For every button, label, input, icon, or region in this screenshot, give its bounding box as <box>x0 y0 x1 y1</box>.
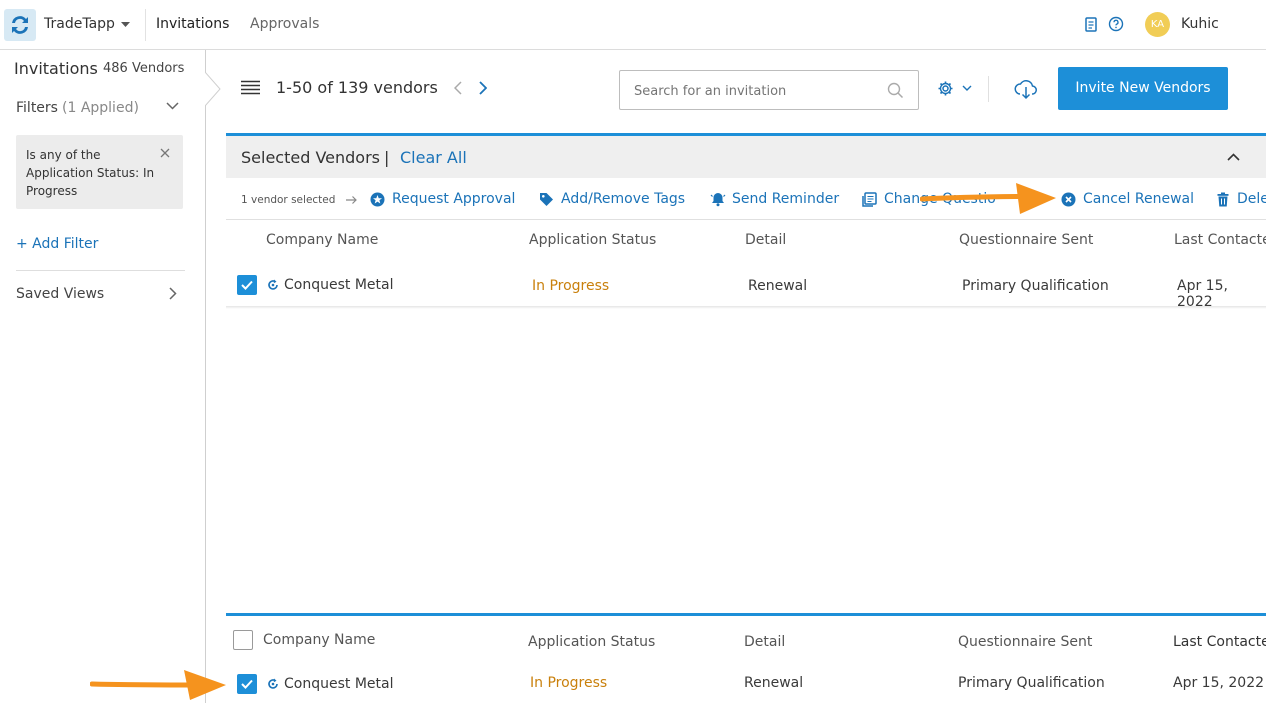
app-switcher-label[interactable]: TradeTapp <box>44 16 115 32</box>
column-header-company[interactable]: Company Name <box>266 232 378 248</box>
search-box[interactable] <box>619 70 919 110</box>
next-page-icon[interactable] <box>479 81 487 95</box>
selected-vendors-title: Selected Vendors <box>241 148 380 167</box>
bottom-column-header-questionnaire[interactable]: Questionnaire Sent <box>958 634 1092 650</box>
chevron-right-icon[interactable] <box>169 287 177 300</box>
nav-invitations[interactable]: Invitations <box>156 16 229 32</box>
bottom-detail-cell: Renewal <box>744 675 804 691</box>
user-name[interactable]: Kuhic <box>1181 16 1219 32</box>
column-header-last-contacted[interactable]: Last Contacted <box>1174 232 1266 248</box>
remove-filter-icon[interactable] <box>160 148 170 158</box>
renewal-icon <box>267 279 279 291</box>
filters-label[interactable]: Filters <box>16 100 58 116</box>
clear-all-link[interactable]: Clear All <box>400 148 467 167</box>
send-reminder-action[interactable]: Send Reminder <box>732 191 839 207</box>
bottom-column-header-company[interactable]: Company Name <box>263 632 375 648</box>
checkmark-icon <box>241 679 253 689</box>
app-switcher-caret-icon[interactable] <box>121 22 130 28</box>
toolbar-divider <box>988 76 989 102</box>
bottom-column-header-status[interactable]: Application Status <box>528 634 655 650</box>
vendor-count: 486 Vendors <box>103 61 185 76</box>
top-bar: TradeTapp Invitations Approvals KA Kuhic <box>0 0 1266 50</box>
request-approval-action[interactable]: Request Approval <box>392 191 515 207</box>
detail-cell: Renewal <box>748 278 808 294</box>
column-header-questionnaire[interactable]: Questionnaire Sent <box>959 232 1093 248</box>
arrow-right-icon <box>346 195 358 205</box>
search-icon[interactable] <box>887 82 904 99</box>
delete-action[interactable]: Dele <box>1237 191 1266 207</box>
sidebar-divider <box>16 270 185 271</box>
bottom-questionnaire-cell: Primary Qualification <box>958 675 1105 691</box>
company-link[interactable]: Conquest Metal <box>284 277 393 293</box>
annotation-arrow-checkbox <box>90 670 226 700</box>
selected-vendors-header: Selected Vendors | Clear All <box>226 133 1266 178</box>
bottom-status-label: In Progress <box>530 675 608 691</box>
row-checkbox[interactable] <box>237 275 257 295</box>
trash-icon[interactable] <box>1217 192 1229 207</box>
add-filter-link[interactable]: + Add Filter <box>16 236 98 252</box>
selected-count: 1 vendor selected <box>241 194 336 206</box>
collapse-chevron-up-icon[interactable] <box>1227 153 1240 161</box>
sidebar: Invitations 486 Vendors Filters (1 Appli… <box>0 50 206 703</box>
gear-icon[interactable] <box>937 80 954 97</box>
cancel-circle-icon[interactable] <box>1061 192 1076 207</box>
invite-new-vendors-button[interactable]: Invite New Vendors <box>1058 67 1228 110</box>
filter-chip[interactable]: Is any of the Application Status: In Pro… <box>16 135 183 209</box>
annotation-arrow-cancel-renewal <box>920 183 1056 214</box>
pagination-label: 1-50 of 139 vendors <box>276 78 438 97</box>
row-divider <box>226 306 1266 309</box>
bottom-last-contacted-cell: Apr 15, 2022 <box>1173 675 1265 691</box>
column-header-status[interactable]: Application Status <box>529 232 656 248</box>
chevron-down-icon[interactable] <box>166 102 179 110</box>
title-separator: | <box>384 148 390 167</box>
cloud-download-icon[interactable] <box>1014 78 1038 100</box>
column-header-detail[interactable]: Detail <box>745 232 786 248</box>
sidebar-title: Invitations <box>14 59 98 78</box>
sidebar-collapse-notch[interactable] <box>205 72 221 106</box>
checkmark-icon <box>241 280 253 290</box>
request-approval-icon[interactable] <box>370 192 385 207</box>
menu-icon[interactable] <box>241 80 260 95</box>
renewal-icon <box>267 678 279 690</box>
document-icon[interactable] <box>1085 17 1097 32</box>
settings-dropdown-chevron-icon[interactable] <box>962 85 972 91</box>
prev-page-icon[interactable] <box>454 81 462 95</box>
questionnaire-icon[interactable] <box>862 192 877 207</box>
bottom-row-checkbox[interactable] <box>237 674 257 694</box>
questionnaire-cell: Primary Qualification <box>962 278 1109 294</box>
topbar-divider <box>145 9 146 41</box>
select-all-checkbox[interactable] <box>233 630 253 650</box>
help-icon[interactable] <box>1108 16 1124 32</box>
filter-chip-text: Is any of the Application Status: In Pro… <box>26 148 155 198</box>
tradetapp-logo[interactable] <box>4 9 36 41</box>
status-label: In Progress <box>532 278 610 294</box>
nav-approvals[interactable]: Approvals <box>250 16 319 32</box>
saved-views-label[interactable]: Saved Views <box>16 286 104 302</box>
main-table-top-border <box>226 613 1266 616</box>
bell-icon[interactable] <box>710 191 726 207</box>
user-avatar[interactable]: KA <box>1145 12 1170 37</box>
bottom-column-header-last-contacted[interactable]: Last Contacted <box>1173 634 1266 650</box>
search-input[interactable] <box>634 81 874 101</box>
bottom-company-link[interactable]: Conquest Metal <box>284 676 393 692</box>
cancel-renewal-action[interactable]: Cancel Renewal <box>1083 191 1194 207</box>
add-remove-tags-action[interactable]: Add/Remove Tags <box>561 191 685 207</box>
filters-applied-count[interactable]: (1 Applied) <box>62 100 139 116</box>
bottom-column-header-detail[interactable]: Detail <box>744 634 785 650</box>
tag-icon[interactable] <box>539 192 554 207</box>
